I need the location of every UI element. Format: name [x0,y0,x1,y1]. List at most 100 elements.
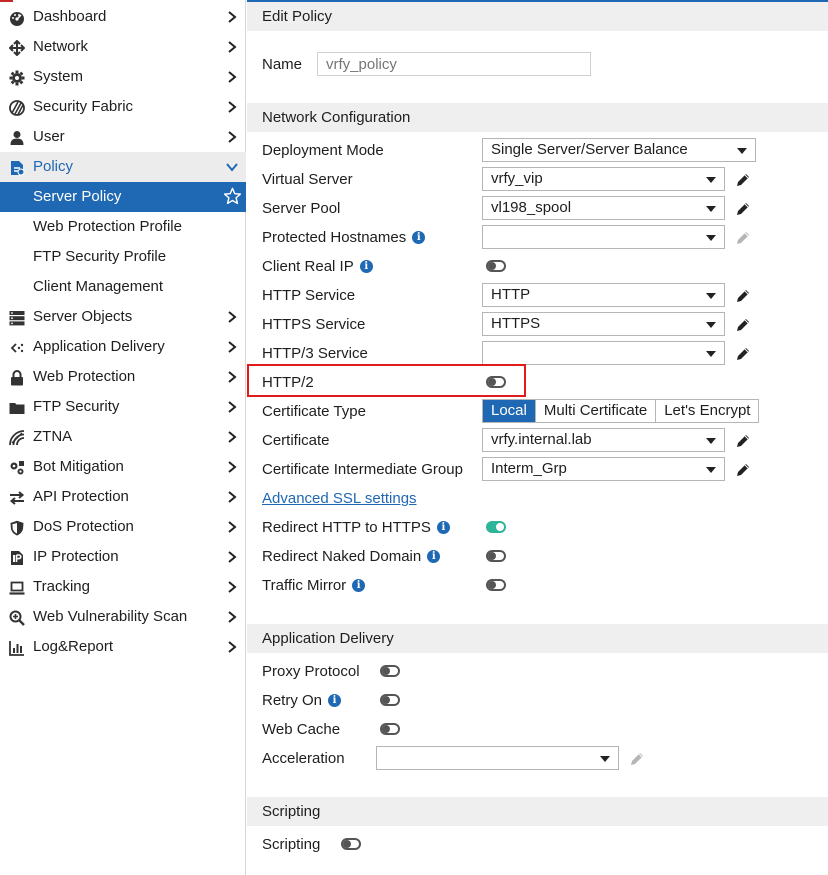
caret-down-icon [706,177,716,183]
scripting-toggle[interactable] [341,838,361,850]
http2-label: HTTP/2 [262,374,314,391]
toggle-knob [496,523,504,531]
toggle-knob [382,696,390,704]
cert-intermediate-group-label: Certificate Intermediate Group [262,461,463,478]
sidebar-item-dos-protection[interactable]: DoS Protection [0,512,246,542]
sidebar-item-ztna[interactable]: ZTNA [0,422,246,452]
certificate-type-option-lets-encrypt[interactable]: Let's Encrypt [655,400,758,422]
sidebar-item-label: Bot Mitigation [33,458,124,475]
proxy-protocol-label: Proxy Protocol [262,663,360,680]
caret-down-icon [706,467,716,473]
sidebar-item-security-fabric[interactable]: Security Fabric [0,92,246,122]
virtual-server-select[interactable]: vrfy_vip [482,167,725,191]
magnifier-icon [8,609,25,626]
sidebar-item-api-protection[interactable]: API Protection [0,482,246,512]
caret-down-icon [706,351,716,357]
section-application-delivery: Application Delivery [247,624,828,653]
info-icon[interactable]: i [352,579,366,592]
advanced-ssl-settings-link[interactable]: Advanced SSL settings [262,490,417,507]
toggle-knob [488,581,496,589]
certificate-type-option-local[interactable]: Local [483,400,535,422]
info-icon[interactable]: i [436,521,450,534]
edit-server-pool-pencil-icon[interactable] [735,201,751,217]
retry-on-toggle[interactable] [380,694,400,706]
cert-intermediate-group-select[interactable]: Interm_Grp [482,457,725,481]
client-real-ip-toggle[interactable] [486,260,506,272]
protected-hostnames-label: Protected Hostnames i [262,229,426,246]
server-pool-label: Server Pool [262,200,341,217]
main-panel: Edit Policy Name Network Configuration D… [247,0,828,875]
sidebar-item-web-vulnerability-scan[interactable]: Web Vulnerability Scan [0,602,246,632]
sidebar-subitem-client-management[interactable]: Client Management [0,272,246,302]
sidebar-item-web-protection[interactable]: Web Protection [0,362,246,392]
http3-service-select[interactable] [482,341,725,365]
web-cache-toggle[interactable] [380,723,400,735]
sidebar-item-dashboard[interactable]: Dashboard [0,2,246,32]
proxy-protocol-toggle[interactable] [380,665,400,677]
sidebar-item-policy[interactable]: Policy [0,152,246,182]
sidebar-item-bot-mitigation[interactable]: Bot Mitigation [0,452,246,482]
chevron-right-icon [228,71,237,83]
sidebar-item-label: ZTNA [33,428,73,445]
section-edit-policy: Edit Policy [247,2,828,31]
name-label: Name [262,56,303,73]
certificate-select[interactable]: vrfy.internal.lab [482,428,725,452]
edit-http3-service-pencil-icon[interactable] [735,346,751,362]
redirect-naked-domain-toggle[interactable] [486,550,506,562]
name-input[interactable] [317,52,591,76]
chevron-right-icon [228,341,237,353]
edit-certificate-pencil-icon[interactable] [735,433,751,449]
sidebar-item-label: API Protection [33,488,129,505]
sidebar-subitem-label: Server Policy [33,188,122,205]
toggle-knob [488,378,496,386]
info-icon[interactable]: i [412,231,426,244]
https-service-select[interactable]: HTTPS [482,312,725,336]
deployment-mode-select[interactable]: Single Server/Server Balance [482,138,756,162]
sidebar-item-server-objects[interactable]: Server Objects [0,302,246,332]
info-icon[interactable]: i [328,694,342,707]
sidebar-item-network[interactable]: Network [0,32,246,62]
sidebar-item-label: Log&Report [33,638,114,655]
http2-toggle[interactable] [486,376,506,388]
edit-http-service-pencil-icon[interactable] [735,288,751,304]
sidebar-subitem-label: FTP Security Profile [33,248,167,265]
sidebar-item-log-report[interactable]: Log&Report [0,632,246,662]
chevron-right-icon [228,581,237,593]
server-objects-icon [8,309,25,326]
traffic-mirror-label: Traffic Mirror i [262,577,366,594]
sidebar-item-label: Network [33,38,89,55]
sidebar-item-tracking[interactable]: Tracking [0,572,246,602]
sidebar-subitem-server-policy[interactable]: Server Policy [0,182,246,212]
http-service-select[interactable]: HTTP [482,283,725,307]
server-pool-select[interactable]: vl198_spool [482,196,725,220]
traffic-mirror-toggle[interactable] [486,579,506,591]
certificate-type-option-multi-certificate[interactable]: Multi Certificate [534,400,655,422]
section-scripting: Scripting [247,797,828,826]
sidebar-item-system[interactable]: System [0,62,246,92]
protected-hostnames-select[interactable] [482,225,725,249]
caret-down-icon [706,206,716,212]
ztna-icon [8,429,25,446]
sidebar-item-application-delivery[interactable]: Application Delivery [0,332,246,362]
sidebar-item-label: Security Fabric [33,98,134,115]
edit-virtual-server-pencil-icon[interactable] [735,172,751,188]
certificate-type-segmented: Local Multi Certificate Let's Encrypt [482,399,760,423]
redirect-http-https-toggle[interactable] [486,521,506,533]
info-icon[interactable]: i [359,260,373,273]
sidebar-item-label: Web Protection [33,368,136,385]
acceleration-select[interactable] [376,746,619,770]
redirect-naked-domain-label: Redirect Naked Domain i [262,548,441,565]
chevron-right-icon [228,131,237,143]
chevron-right-icon [228,551,237,563]
edit-https-service-pencil-icon[interactable] [735,317,751,333]
sidebar-item-ftp-security[interactable]: FTP Security [0,392,246,422]
sidebar-subitem-web-protection-profile[interactable]: Web Protection Profile [0,212,246,242]
edit-protected-hostnames-pencil-icon [735,230,751,246]
sidebar-subitem-ftp-security-profile[interactable]: FTP Security Profile [0,242,246,272]
sidebar-item-user[interactable]: User [0,122,246,152]
edit-cert-intermediate-group-pencil-icon[interactable] [735,462,751,478]
star-icon[interactable] [223,187,242,206]
retry-on-label: Retry On i [262,692,342,709]
info-icon[interactable]: i [427,550,441,563]
sidebar-item-ip-protection[interactable]: IP Protection [0,542,246,572]
